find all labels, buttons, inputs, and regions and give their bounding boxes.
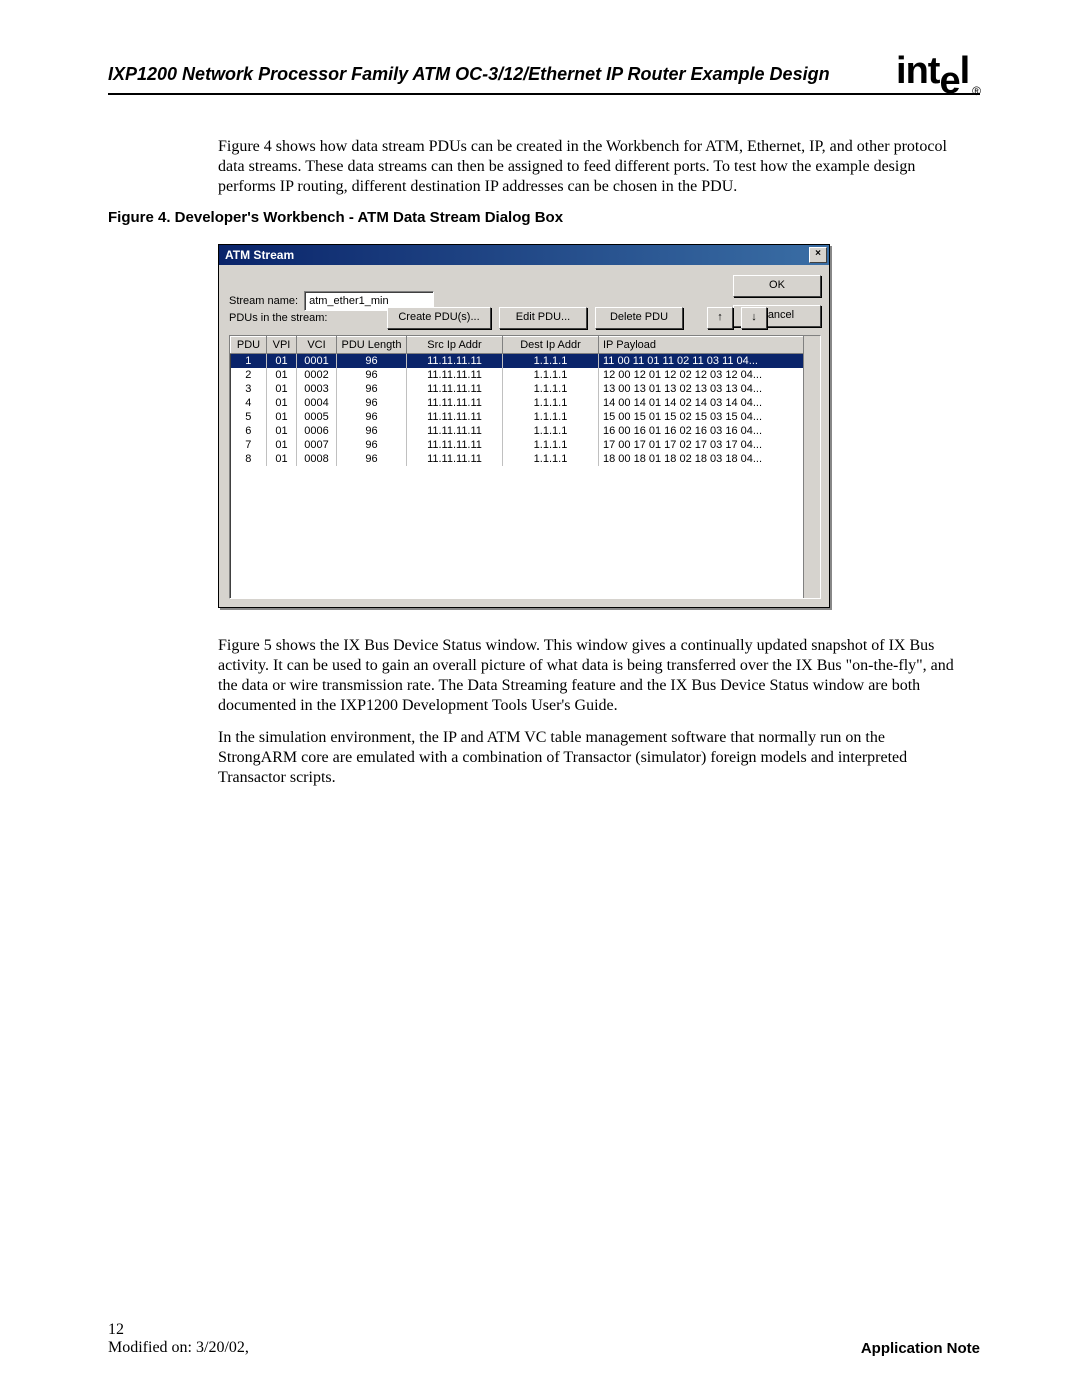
paragraph-intro-fig4: Figure 4 shows how data stream PDUs can … — [218, 137, 962, 197]
create-pdu-button[interactable]: Create PDU(s)... — [387, 307, 491, 329]
column-header[interactable]: IP Payload — [599, 337, 820, 354]
page-header: IXP1200 Network Processor Family ATM OC-… — [108, 60, 980, 95]
column-header[interactable]: VCI — [297, 337, 337, 354]
stream-name-label: Stream name: — [229, 295, 298, 307]
table-row[interactable]: 30100039611.11.11.111.1.1.113 00 13 01 1… — [231, 382, 820, 396]
column-header[interactable]: VPI — [267, 337, 297, 354]
paragraph-fig5-desc: Figure 5 shows the IX Bus Device Status … — [218, 636, 962, 716]
delete-pdu-button[interactable]: Delete PDU — [595, 307, 683, 329]
table-row[interactable]: 40100049611.11.11.111.1.1.114 00 14 01 1… — [231, 396, 820, 410]
doc-title: IXP1200 Network Processor Family ATM OC-… — [108, 64, 830, 85]
column-header[interactable]: PDU Length — [337, 337, 407, 354]
edit-pdu-button[interactable]: Edit PDU... — [499, 307, 587, 329]
intel-logo: intel® — [896, 60, 980, 89]
table-row[interactable]: 70100079611.11.11.111.1.1.117 00 17 01 1… — [231, 438, 820, 452]
move-up-button[interactable]: ↑ — [707, 307, 733, 329]
column-header[interactable]: Src Ip Addr — [407, 337, 503, 354]
application-note-label: Application Note — [861, 1340, 980, 1357]
page-footer: 12 Modified on: 3/20/02, Application Not… — [108, 1321, 980, 1357]
table-row[interactable]: 10100019611.11.11.111.1.1.111 00 11 01 1… — [231, 354, 820, 369]
dialog-titlebar[interactable]: ATM Stream × — [219, 245, 829, 265]
move-down-button[interactable]: ↓ — [741, 307, 767, 329]
table-row[interactable]: 60100069611.11.11.111.1.1.116 00 16 01 1… — [231, 424, 820, 438]
atm-stream-dialog: ATM Stream × Stream name: OK Cancel PDUs… — [218, 244, 830, 608]
table-row[interactable]: 50100059611.11.11.111.1.1.115 00 15 01 1… — [231, 410, 820, 424]
modified-date: Modified on: 3/20/02, — [108, 1339, 249, 1357]
registered-mark: ® — [972, 88, 980, 95]
page-number: 12 — [108, 1321, 249, 1339]
table-row[interactable]: 80100089611.11.11.111.1.1.118 00 18 01 1… — [231, 452, 820, 466]
ok-button[interactable]: OK — [733, 275, 821, 297]
column-header[interactable]: PDU — [231, 337, 267, 354]
table-row[interactable]: 20100029611.11.11.111.1.1.112 00 12 01 1… — [231, 368, 820, 382]
figure4-caption: Figure 4. Developer's Workbench - ATM Da… — [108, 209, 980, 226]
column-header[interactable]: Dest Ip Addr — [503, 337, 599, 354]
close-icon[interactable]: × — [809, 247, 827, 263]
paragraph-sim-env: In the simulation environment, the IP an… — [218, 728, 962, 788]
vertical-scrollbar[interactable] — [803, 336, 820, 598]
pdus-in-stream-label: PDUs in the stream: — [229, 312, 379, 324]
pdu-list[interactable]: PDUVPIVCIPDU LengthSrc Ip AddrDest Ip Ad… — [229, 335, 821, 599]
dialog-title: ATM Stream — [225, 248, 294, 262]
